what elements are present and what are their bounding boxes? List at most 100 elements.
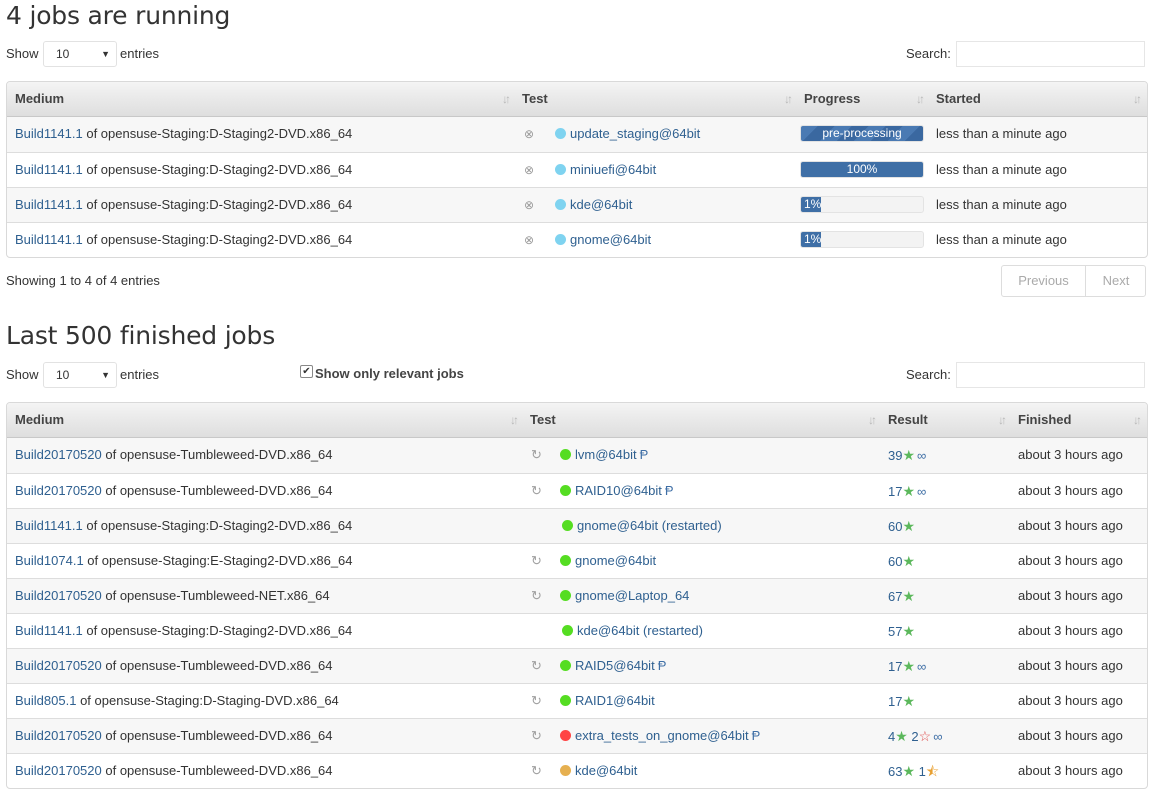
cancel-job-icon[interactable]: ⊗ [524, 233, 534, 247]
link-icon[interactable]: ∞ [917, 659, 926, 674]
sort-icon: ↓↑ [510, 413, 519, 427]
restart-icon[interactable]: ↻ [531, 483, 542, 499]
test-link[interactable]: gnome@Laptop_64 [575, 588, 689, 603]
medium-text: of opensuse-Staging:D-Staging2-DVD.x86_6… [86, 162, 353, 177]
passed-count[interactable]: 17 [888, 659, 902, 674]
passed-count[interactable]: 60 [888, 554, 902, 569]
build-link[interactable]: Build1074.1 [15, 553, 84, 568]
finished-length-value: 10 [56, 368, 70, 382]
status-dot-icon [560, 695, 571, 706]
test-link[interactable]: gnome@64bit [575, 553, 656, 568]
col-progress-header[interactable]: Progress ↓↑ [796, 82, 928, 116]
build-link[interactable]: Build805.1 [15, 693, 76, 708]
finished-search-input[interactable] [956, 362, 1145, 388]
restart-icon[interactable]: ↻ [531, 588, 542, 604]
passed-count[interactable]: 60 [888, 519, 902, 534]
link-icon[interactable]: ∞ [917, 484, 926, 499]
finished-cell: about 3 hours ago [1018, 553, 1123, 568]
test-link[interactable]: RAID1@64bit [575, 693, 655, 708]
progress-label: 1% [804, 197, 822, 211]
status-dot-icon [562, 520, 573, 531]
finished-jobs-table: Medium ↓↑ Test ↓↑ Result ↓↑ Finished ↓↑ … [6, 402, 1148, 789]
cancel-job-icon[interactable]: ⊗ [524, 163, 534, 177]
test-link[interactable]: miniuefi@64bit [570, 162, 656, 177]
test-link[interactable]: kde@64bit (restarted) [577, 623, 703, 638]
build-link[interactable]: Build20170520 [15, 658, 102, 673]
medium-text: of opensuse-Staging:D-Staging2-DVD.x86_6… [86, 518, 353, 533]
medium-cell: Build1141.1 of opensuse-Staging:D-Stagin… [15, 153, 352, 187]
passed-count[interactable]: 63 [888, 764, 902, 779]
result-cell: 60★ [888, 544, 915, 578]
passed-star-icon: ★ [902, 447, 916, 463]
col-finished-header[interactable]: Finished ↓↑ [1010, 403, 1145, 437]
medium-text: of opensuse-Staging:E-Staging2-DVD.x86_6… [87, 553, 353, 568]
build-link[interactable]: Build20170520 [15, 728, 102, 743]
test-link[interactable]: RAID10@64bit [575, 483, 662, 498]
bug-reference-icon[interactable]: Ᵽ [658, 658, 667, 673]
test-link[interactable]: update_staging@64bit [570, 126, 700, 141]
test-link[interactable]: kde@64bit [570, 197, 632, 212]
failed-count[interactable]: 2 [911, 729, 918, 744]
result-cell: 60★ [888, 509, 915, 543]
test-cell: update_staging@64bit [555, 117, 700, 151]
col-medium-header[interactable]: Medium ↓↑ [7, 403, 522, 437]
passed-count[interactable]: 17 [888, 694, 902, 709]
passed-count[interactable]: 39 [888, 448, 902, 463]
build-link[interactable]: Build1141.1 [15, 232, 83, 247]
cancel-job-icon[interactable]: ⊗ [524, 198, 534, 212]
build-link[interactable]: Build1141.1 [15, 518, 83, 533]
running-table-body: Build1141.1 of opensuse-Staging:D-Stagin… [7, 117, 1147, 257]
test-link[interactable]: extra_tests_on_gnome@64bit [575, 728, 749, 743]
status-dot-icon [560, 765, 571, 776]
test-link[interactable]: lvm@64bit [575, 447, 637, 462]
table-row: Build1141.1 of opensuse-Staging:D-Stagin… [7, 117, 1147, 152]
running-jobs-title: 4 jobs are running [6, 1, 231, 30]
build-link[interactable]: Build20170520 [15, 483, 102, 498]
passed-count[interactable]: 67 [888, 589, 902, 604]
restart-icon[interactable]: ↻ [531, 763, 542, 779]
build-link[interactable]: Build1141.1 [15, 162, 83, 177]
finished-cell: about 3 hours ago [1018, 763, 1123, 778]
passed-count[interactable]: 17 [888, 484, 902, 499]
passed-count[interactable]: 57 [888, 624, 902, 639]
col-started-header[interactable]: Started ↓↑ [928, 82, 1145, 116]
build-link[interactable]: Build20170520 [15, 763, 102, 778]
medium-text: of opensuse-Staging:D-Staging-DVD.x86_64 [80, 693, 339, 708]
bug-reference-icon[interactable]: Ᵽ [752, 728, 761, 743]
bug-reference-icon[interactable]: Ᵽ [665, 483, 674, 498]
medium-text: of opensuse-Tumbleweed-DVD.x86_64 [105, 763, 333, 778]
medium-cell: Build20170520 of opensuse-Tumbleweed-DVD… [15, 474, 333, 508]
test-link[interactable]: RAID5@64bit [575, 658, 655, 673]
softfailed-count[interactable]: 1 [919, 764, 926, 779]
col-test-header[interactable]: Test ↓↑ [514, 82, 796, 116]
col-test-header[interactable]: Test ↓↑ [522, 403, 880, 437]
relevant-jobs-checkbox[interactable]: ✔ [300, 365, 313, 378]
build-link[interactable]: Build1141.1 [15, 126, 83, 141]
build-link[interactable]: Build1141.1 [15, 197, 83, 212]
build-link[interactable]: Build20170520 [15, 588, 102, 603]
restart-icon[interactable]: ↻ [531, 447, 542, 463]
test-link[interactable]: gnome@64bit [570, 232, 651, 247]
finished-length-select[interactable]: 10 ▼ [43, 362, 117, 388]
restart-icon[interactable]: ↻ [531, 728, 542, 744]
col-result-header[interactable]: Result ↓↑ [880, 403, 1010, 437]
medium-text: of opensuse-Staging:D-Staging2-DVD.x86_6… [86, 197, 353, 212]
build-link[interactable]: Build1141.1 [15, 623, 83, 638]
col-medium-header[interactable]: Medium ↓↑ [7, 82, 514, 116]
test-link[interactable]: gnome@64bit (restarted) [577, 518, 722, 533]
restart-icon[interactable]: ↻ [531, 658, 542, 674]
restart-icon[interactable]: ↻ [531, 693, 542, 709]
running-length-select[interactable]: 10 ▼ [43, 41, 117, 67]
test-link[interactable]: kde@64bit [575, 763, 637, 778]
cancel-job-icon[interactable]: ⊗ [524, 127, 534, 141]
build-link[interactable]: Build20170520 [15, 447, 102, 462]
medium-text: of opensuse-Tumbleweed-DVD.x86_64 [105, 658, 333, 673]
relevant-jobs-label[interactable]: Show only relevant jobs [315, 366, 464, 381]
next-button[interactable]: Next [1086, 266, 1146, 296]
link-icon[interactable]: ∞ [917, 448, 926, 463]
bug-reference-icon[interactable]: Ᵽ [640, 447, 649, 462]
running-search-input[interactable] [956, 41, 1145, 67]
restart-icon[interactable]: ↻ [531, 553, 542, 569]
previous-button[interactable]: Previous [1002, 266, 1086, 296]
link-icon[interactable]: ∞ [933, 729, 942, 744]
